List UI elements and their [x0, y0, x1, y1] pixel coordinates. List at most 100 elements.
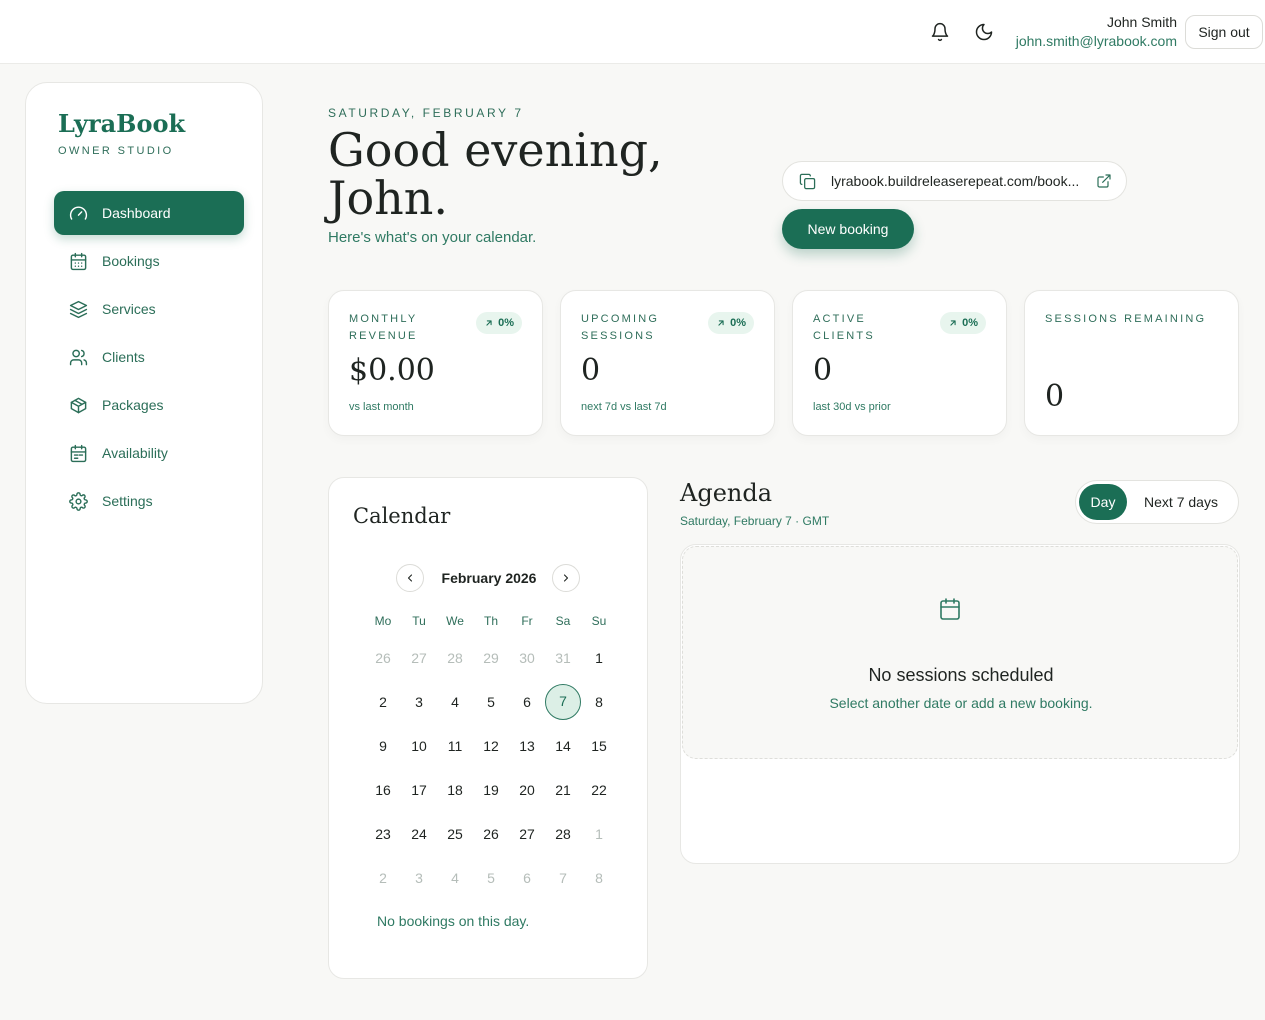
arrow-up-right-icon: [950, 320, 956, 326]
calendar-day[interactable]: 13: [509, 728, 545, 764]
agenda-panel: No sessions scheduled Select another dat…: [680, 544, 1240, 864]
user-info: John Smith john.smith@lyrabook.com: [1016, 13, 1177, 51]
stat-value: $0.00: [349, 353, 435, 388]
sidebar-item-bookings[interactable]: Bookings: [54, 239, 244, 283]
trend-badge: 0%: [476, 312, 522, 334]
stat-value: 0: [813, 353, 833, 388]
calendar-week-row: 9 10 11 12 13 14 15: [365, 724, 617, 768]
sidebar-item-packages[interactable]: Packages: [54, 383, 244, 427]
stat-card-upcoming-sessions: UPCOMING SESSIONS 0% 0 next 7d vs last 7…: [560, 290, 775, 436]
sidebar-item-availability[interactable]: Availability: [54, 431, 244, 475]
calendar-day[interactable]: 27: [509, 816, 545, 852]
user-email: john.smith@lyrabook.com: [1015, 33, 1177, 49]
calendar-grid: Mo Tu We Th Fr Sa Su 26 27 28 29 30 31 1 2 3 4 5 6 7 8 9 10 11…: [365, 614, 617, 900]
stat-note: vs last month: [349, 401, 414, 413]
calendar-title: Calendar: [353, 504, 451, 528]
calendar-day[interactable]: 2: [365, 860, 401, 896]
calendar-day-selected[interactable]: 7: [545, 684, 581, 720]
calendar-week-row: 2345678: [365, 856, 617, 900]
calendar-day[interactable]: 29: [473, 640, 509, 676]
brand-logo[interactable]: LyraBook: [58, 109, 185, 138]
calendar-day[interactable]: 28: [545, 816, 581, 852]
calendar-day[interactable]: 6: [509, 684, 545, 720]
calendar-day[interactable]: 10: [401, 728, 437, 764]
calendar-week-row: 26 27 28 29 30 31 1: [365, 636, 617, 680]
sidebar-item-label: Availability: [102, 445, 168, 461]
chevron-right-icon: [563, 574, 569, 582]
calendar-day[interactable]: 23: [365, 816, 401, 852]
calendar-day[interactable]: 16: [365, 772, 401, 808]
trend-badge: 0%: [708, 312, 754, 334]
calendar-day[interactable]: 4: [437, 684, 473, 720]
weekday-label: We: [446, 614, 464, 628]
calendar-day[interactable]: 26: [473, 816, 509, 852]
calendar-day[interactable]: 1: [581, 640, 617, 676]
booking-link-url[interactable]: lyrabook.buildreleaserepeat.com/book...: [831, 173, 1084, 189]
calendar-icon: [940, 598, 960, 620]
weekday-label: Sa: [555, 614, 571, 628]
calendar-day[interactable]: 25: [437, 816, 473, 852]
calendar-day[interactable]: 8: [581, 860, 617, 896]
calendar-day[interactable]: 5: [473, 684, 509, 720]
calendar-month: February 2026: [441, 570, 537, 586]
calendar-day[interactable]: 9: [365, 728, 401, 764]
calendar-day[interactable]: 26: [365, 640, 401, 676]
weekday-label: Mo: [374, 614, 392, 628]
calendar-day[interactable]: 15: [581, 728, 617, 764]
calendar-day[interactable]: 14: [545, 728, 581, 764]
layers-icon: [68, 299, 88, 319]
sidebar-item-label: Services: [102, 301, 156, 317]
sidebar-item-label: Bookings: [102, 253, 160, 269]
weekday-label: Fr: [521, 614, 533, 628]
arrow-up-right-icon: [718, 320, 724, 326]
calendar-day[interactable]: 2: [365, 684, 401, 720]
calendar-day[interactable]: 3: [401, 684, 437, 720]
copy-icon[interactable]: [797, 171, 817, 191]
stat-card-active-clients: ACTIVE CLIENTS 0% 0 last 30d vs prior: [792, 290, 1007, 436]
calendar-day[interactable]: 20: [509, 772, 545, 808]
calendar-day[interactable]: 18: [437, 772, 473, 808]
calendar-day[interactable]: 27: [401, 640, 437, 676]
calendar-day[interactable]: 24: [401, 816, 437, 852]
calendar-day[interactable]: 31: [545, 640, 581, 676]
sidebar-item-clients[interactable]: Clients: [54, 335, 244, 379]
stat-label: ACTIVE CLIENTS: [813, 313, 875, 342]
calendar-day[interactable]: 6: [509, 860, 545, 896]
user-name: John Smith: [1106, 14, 1177, 30]
agenda-subtitle: Saturday, February 7 · GMT: [680, 514, 830, 528]
calendar-day[interactable]: 1: [581, 816, 617, 852]
gauge-icon: [68, 203, 88, 223]
sidebar-item-label: Clients: [102, 349, 145, 365]
sidebar: LyraBook OWNER STUDIO Dashboard Bookings…: [25, 82, 263, 704]
toggle-day[interactable]: Day: [1079, 484, 1127, 520]
users-icon: [68, 347, 88, 367]
new-booking-button[interactable]: New booking: [782, 209, 914, 249]
external-link-icon[interactable]: [1094, 171, 1114, 191]
calendar-day[interactable]: 21: [545, 772, 581, 808]
sidebar-item-services[interactable]: Services: [54, 287, 244, 331]
previous-month-button[interactable]: [396, 564, 424, 592]
sign-out-button[interactable]: Sign out: [1185, 15, 1263, 49]
calendar-day[interactable]: 30: [509, 640, 545, 676]
calendar-day[interactable]: 17: [401, 772, 437, 808]
calendar-day[interactable]: 4: [437, 860, 473, 896]
sidebar-nav: Dashboard Bookings Services Clients Pack…: [54, 191, 244, 527]
calendar-day[interactable]: 22: [581, 772, 617, 808]
bell-icon[interactable]: [928, 20, 952, 44]
calendar-day[interactable]: 5: [473, 860, 509, 896]
calendar-icon: [68, 251, 88, 271]
calendar-day[interactable]: 7: [545, 860, 581, 896]
calendar-week-row: 2345678: [365, 680, 617, 724]
sidebar-item-dashboard[interactable]: Dashboard: [54, 191, 244, 235]
next-month-button[interactable]: [552, 564, 580, 592]
moon-icon[interactable]: [972, 20, 996, 44]
calendar-day[interactable]: 11: [437, 728, 473, 764]
calendar-day[interactable]: 8: [581, 684, 617, 720]
toggle-next-7-days[interactable]: Next 7 days: [1127, 484, 1235, 520]
calendar-day[interactable]: 19: [473, 772, 509, 808]
calendar-day[interactable]: 3: [401, 860, 437, 896]
calendar-day[interactable]: 28: [437, 640, 473, 676]
calendar-day[interactable]: 12: [473, 728, 509, 764]
sidebar-item-settings[interactable]: Settings: [54, 479, 244, 523]
agenda-title: Agenda: [680, 479, 773, 507]
